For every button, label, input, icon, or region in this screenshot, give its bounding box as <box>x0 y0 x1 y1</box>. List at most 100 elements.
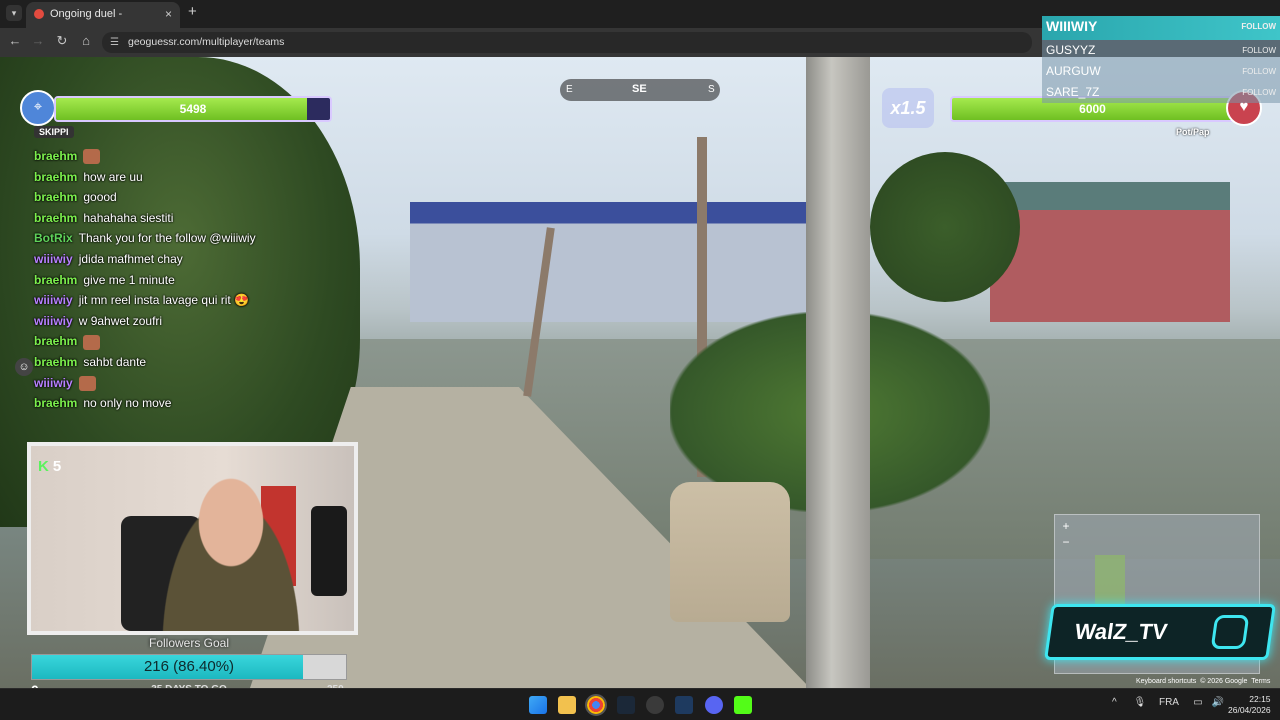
recent-followers-panel: WIIIWIY FOLLOW GUSYYZ FOLLOW AURGUW FOLLOW SAR… <box>1042 16 1280 103</box>
chat-username: braehm <box>34 210 78 225</box>
goal-progress-bar: 216 (86.40%) <box>31 654 347 680</box>
new-tab-button[interactable]: + <box>188 3 197 20</box>
sticker-icon[interactable]: ☺ <box>15 358 33 376</box>
chat-emote-icon <box>78 375 96 391</box>
windows-taskbar: ^ 🎙 FRA ▭ 🔊 22:15 26/04/2026 <box>0 688 1280 720</box>
follow-label: FOLLOW <box>1242 46 1276 55</box>
damage-multiplier: x1.5 <box>882 88 934 128</box>
chat-text: jdida mafhmet chay <box>78 251 183 266</box>
chat-message: braehm no only no move <box>34 393 364 414</box>
compass-left-label: E <box>566 84 573 95</box>
steam-alt-icon[interactable] <box>675 696 693 714</box>
browser-tab[interactable]: Ongoing duel - GeoGuessr × <box>26 2 180 44</box>
volume-icon[interactable]: 🔊 <box>1211 697 1223 708</box>
compass-heading: SE <box>632 83 647 95</box>
chat-text: how are uu <box>83 169 143 184</box>
map-copyright: © 2026 Google <box>1200 678 1248 685</box>
right-player-tag: Pot/Pap <box>1176 127 1210 137</box>
follower-name: SARE_7Z <box>1046 85 1100 99</box>
follower-name: GUSYYZ <box>1046 43 1096 57</box>
site-info-icon[interactable]: ☰ <box>110 32 119 53</box>
mic-icon[interactable]: 🎙 <box>1133 697 1146 708</box>
tab-search-button[interactable]: ▾ <box>6 5 22 21</box>
address-bar[interactable]: ☰ geoguessr.com/multiplayer/teams <box>102 32 1032 53</box>
blue-roof-building <box>410 202 810 322</box>
compass: E SE S <box>560 79 720 101</box>
concrete-pole <box>806 57 870 688</box>
channel-banner: WalZ_TV <box>1044 604 1276 660</box>
steam-icon[interactable] <box>617 696 635 714</box>
map-attribution: Keyboard shortcuts © 2026 Google Terms <box>1136 678 1270 685</box>
chat-message: braehm goood <box>34 187 364 208</box>
zoom-in-icon[interactable]: + <box>1059 519 1073 533</box>
chat-text: goood <box>83 190 117 205</box>
zoom-out-icon[interactable]: − <box>1059 535 1073 549</box>
chat-message: braehm <box>34 331 364 352</box>
chat-username: wiiiwiy <box>34 375 73 390</box>
instagram-icon <box>1210 615 1250 649</box>
tab-close-icon[interactable]: × <box>165 2 172 26</box>
follower-name: AURGUW <box>1046 64 1101 78</box>
language-indicator[interactable]: FRA <box>1159 697 1178 708</box>
keyboard-shortcuts-link[interactable]: Keyboard shortcuts <box>1136 678 1196 685</box>
chat-message: wiiiwiy jit mn reel insta lavage qui rit … <box>34 290 364 311</box>
chat-username: braehm <box>34 354 78 369</box>
goal-value: 216 (86.40%) <box>143 658 235 675</box>
chat-text: w 9ahwet zoufri <box>78 313 163 328</box>
pink-building <box>990 182 1230 322</box>
compass-right-label: S <box>708 84 715 95</box>
left-player-tag: SKIPPI <box>34 126 74 138</box>
settings-icon[interactable] <box>646 696 664 714</box>
follower-row: WIIIWIY FOLLOW <box>1042 16 1280 40</box>
follower-row: GUSYYZ FOLLOW <box>1042 40 1280 61</box>
system-clock[interactable]: 22:15 26/04/2026 <box>1228 694 1271 716</box>
clock-date: 26/04/2026 <box>1228 705 1271 715</box>
kick-app-icon[interactable] <box>734 696 752 714</box>
chat-message: braehm sahbt dante <box>34 352 364 373</box>
kick-logo-icon: K <box>38 458 49 475</box>
system-tray: ^ 🎙 FRA ▭ 🔊 <box>1112 697 1224 708</box>
followers-goal: Followers Goal 216 (86.40%) 0 35 DAYS TO… <box>31 636 347 698</box>
chat-username: braehm <box>34 169 78 184</box>
tree-right <box>870 152 1020 302</box>
chat-username: BotRix <box>34 231 73 246</box>
chat-username: wiiiwiy <box>34 293 73 308</box>
viewer-count: 5 <box>52 458 62 475</box>
chat-username: braehm <box>34 396 78 411</box>
chat-message: wiiiwiy w 9ahwet zoufri <box>34 311 364 332</box>
chat-text: sahbt dante <box>83 354 147 369</box>
terms-link[interactable]: Terms <box>1251 678 1270 685</box>
start-icon[interactable] <box>529 696 547 714</box>
home-icon[interactable]: ⌂ <box>77 33 95 48</box>
chat-message: wiiiwiy <box>34 373 364 394</box>
chat-username: braehm <box>34 272 78 287</box>
reload-icon[interactable]: ↻ <box>53 33 71 49</box>
chat-text: Thank you for the follow @wiiiwiy <box>78 231 256 246</box>
follow-label: FOLLOW <box>1242 88 1276 97</box>
channel-name: WalZ_TV <box>1073 619 1169 644</box>
streamer <box>151 476 311 631</box>
kick-viewers: K5 <box>38 456 61 476</box>
chat-username: wiiiwiy <box>34 251 73 266</box>
chat-emote-icon <box>83 334 101 350</box>
left-health-value: 5498 <box>179 102 207 116</box>
chat-text: give me 1 minute <box>83 272 175 287</box>
chat-message: braehm give me 1 minute <box>34 270 364 291</box>
microphone <box>311 506 347 596</box>
follower-row: AURGUW FOLLOW <box>1042 61 1280 82</box>
chrome-icon[interactable] <box>585 694 607 716</box>
file-explorer-icon[interactable] <box>558 696 576 714</box>
tray-chevron-icon[interactable]: ^ <box>1112 697 1117 708</box>
chat-username: braehm <box>34 334 78 349</box>
chat-message: braehm how are uu <box>34 167 364 188</box>
forward-icon[interactable]: → <box>29 33 47 48</box>
back-icon[interactable]: ← <box>6 33 24 48</box>
chat-message: braehm hahahaha siestiti <box>34 208 364 229</box>
webcam-overlay: K5 <box>27 442 358 635</box>
chat-text: hahahaha siestiti <box>83 210 174 225</box>
chat-message: wiiiwiy jdida mafhmet chay <box>34 249 364 270</box>
discord-icon[interactable] <box>705 696 723 714</box>
network-icon[interactable]: ▭ <box>1193 697 1202 708</box>
left-health-bar: 5498 <box>54 96 332 122</box>
chat-username: braehm <box>34 190 78 205</box>
